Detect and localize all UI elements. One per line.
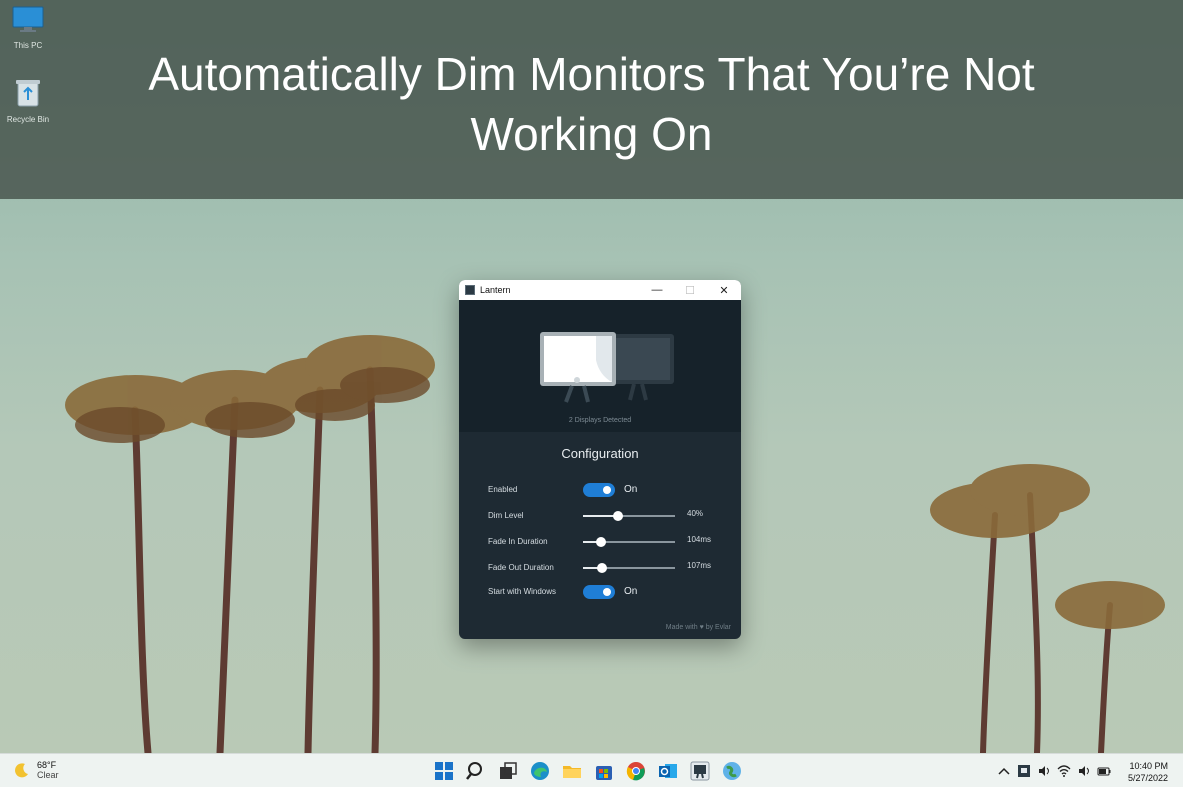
desktop: Automatically Dim Monitors That You’re N… xyxy=(0,0,1183,753)
fade-in-row: Fade In Duration 104ms xyxy=(488,535,728,549)
dim-level-label: Dim Level xyxy=(488,511,524,520)
battery-icon[interactable] xyxy=(1097,764,1111,778)
desktop-icon-recycle-bin[interactable]: Recycle Bin xyxy=(4,78,52,124)
speaker-icon[interactable] xyxy=(1037,764,1051,778)
clock-date: 5/27/2022 xyxy=(1127,773,1168,783)
weather-temperature: 68°F xyxy=(37,760,57,770)
window-title: Lantern xyxy=(480,285,511,295)
clock-time: 10:40 PM xyxy=(1129,761,1168,771)
chevron-up-icon[interactable] xyxy=(997,764,1011,778)
configuration-title: Configuration xyxy=(561,446,639,461)
credits-prefix: Made with xyxy=(665,624,698,631)
weather-condition: Clear xyxy=(37,770,59,780)
fade-out-row: Fade Out Duration 107ms xyxy=(488,561,728,575)
heart-icon: ♥ xyxy=(699,624,704,631)
close-button[interactable]: ✕ xyxy=(707,280,741,300)
start-icon[interactable] xyxy=(433,760,455,782)
edge-icon[interactable] xyxy=(529,760,551,782)
monitor-icon xyxy=(12,6,44,32)
system-tray xyxy=(997,764,1117,778)
lantern-tray-icon[interactable] xyxy=(1017,764,1031,778)
desktop-icon-label: This PC xyxy=(13,41,43,50)
palm-trees-left-illustration xyxy=(65,335,435,753)
displays-hero: 2 Displays Detected xyxy=(459,300,741,432)
slider-thumb[interactable] xyxy=(612,511,623,521)
moon-icon xyxy=(15,763,28,778)
headline-banner: Automatically Dim Monitors That You’re N… xyxy=(0,0,1183,199)
wifi-icon[interactable] xyxy=(1057,764,1071,778)
slider-thumb[interactable] xyxy=(597,563,608,573)
slider-thumb[interactable] xyxy=(596,537,607,547)
credits-footer: Made with ♥ by Evlar xyxy=(666,624,731,631)
dim-level-row: Dim Level 40% xyxy=(488,509,728,523)
credits-suffix: by Evlar xyxy=(705,624,731,631)
minimize-button[interactable]: — xyxy=(640,280,674,300)
enabled-state: On xyxy=(624,484,638,495)
recycle-bin-icon xyxy=(16,80,40,107)
fade-out-label: Fade Out Duration xyxy=(488,563,554,572)
taskbar-clock[interactable]: 10:40 PM 5/27/2022 xyxy=(1128,760,1168,784)
maximize-button[interactable]: ☐ xyxy=(673,280,707,300)
start-with-windows-toggle[interactable] xyxy=(583,585,615,599)
palm-trees-right-illustration xyxy=(930,464,1165,753)
enabled-label: Enabled xyxy=(488,485,518,494)
start-with-windows-state: On xyxy=(624,586,638,597)
dual-monitor-illustration-icon xyxy=(540,332,674,403)
enabled-row: Enabled On xyxy=(488,483,728,497)
search-icon[interactable] xyxy=(465,760,487,782)
start-with-windows-label: Start with Windows xyxy=(488,587,557,596)
fade-in-value: 104ms xyxy=(687,535,712,544)
lantern-app-icon xyxy=(465,285,475,295)
task-view-icon[interactable] xyxy=(497,760,519,782)
fade-in-label: Fade In Duration xyxy=(488,537,548,546)
desktop-icon-this-pc[interactable]: This PC xyxy=(4,6,52,50)
enabled-toggle[interactable] xyxy=(583,483,615,497)
desktop-icon-label: Recycle Bin xyxy=(6,115,50,124)
displays-detected-text: 2 Displays Detected xyxy=(568,417,632,424)
store-icon[interactable] xyxy=(593,760,615,782)
headline-text: Automatically Dim Monitors That You’re N… xyxy=(148,47,1035,160)
chrome-icon[interactable] xyxy=(625,760,647,782)
start-with-windows-row: Start with Windows On xyxy=(488,585,728,599)
volume-icon[interactable] xyxy=(1077,764,1091,778)
lantern-window: Lantern — ☐ ✕ 2 Displays Detected Config… xyxy=(459,280,741,639)
weather-widget[interactable]: 68°F Clear xyxy=(14,760,59,780)
file-explorer-icon[interactable] xyxy=(561,760,583,782)
dim-level-slider[interactable] xyxy=(583,511,675,521)
taskbar-apps xyxy=(433,760,753,782)
taskbar: 68°F Clear 10:40 PM 5/27/2022 xyxy=(0,753,1183,787)
outlook-icon[interactable] xyxy=(657,760,679,782)
network-globe-icon[interactable] xyxy=(721,760,743,782)
dim-level-value: 40% xyxy=(687,509,704,518)
fade-in-slider[interactable] xyxy=(583,537,675,547)
fade-out-slider[interactable] xyxy=(583,563,675,573)
window-titlebar[interactable]: Lantern — ☐ ✕ xyxy=(459,280,741,300)
configuration-panel: Configuration Enabled On Dim Level 40% F… xyxy=(459,432,741,639)
fade-out-value: 107ms xyxy=(687,561,712,570)
lantern-icon[interactable] xyxy=(689,760,711,782)
